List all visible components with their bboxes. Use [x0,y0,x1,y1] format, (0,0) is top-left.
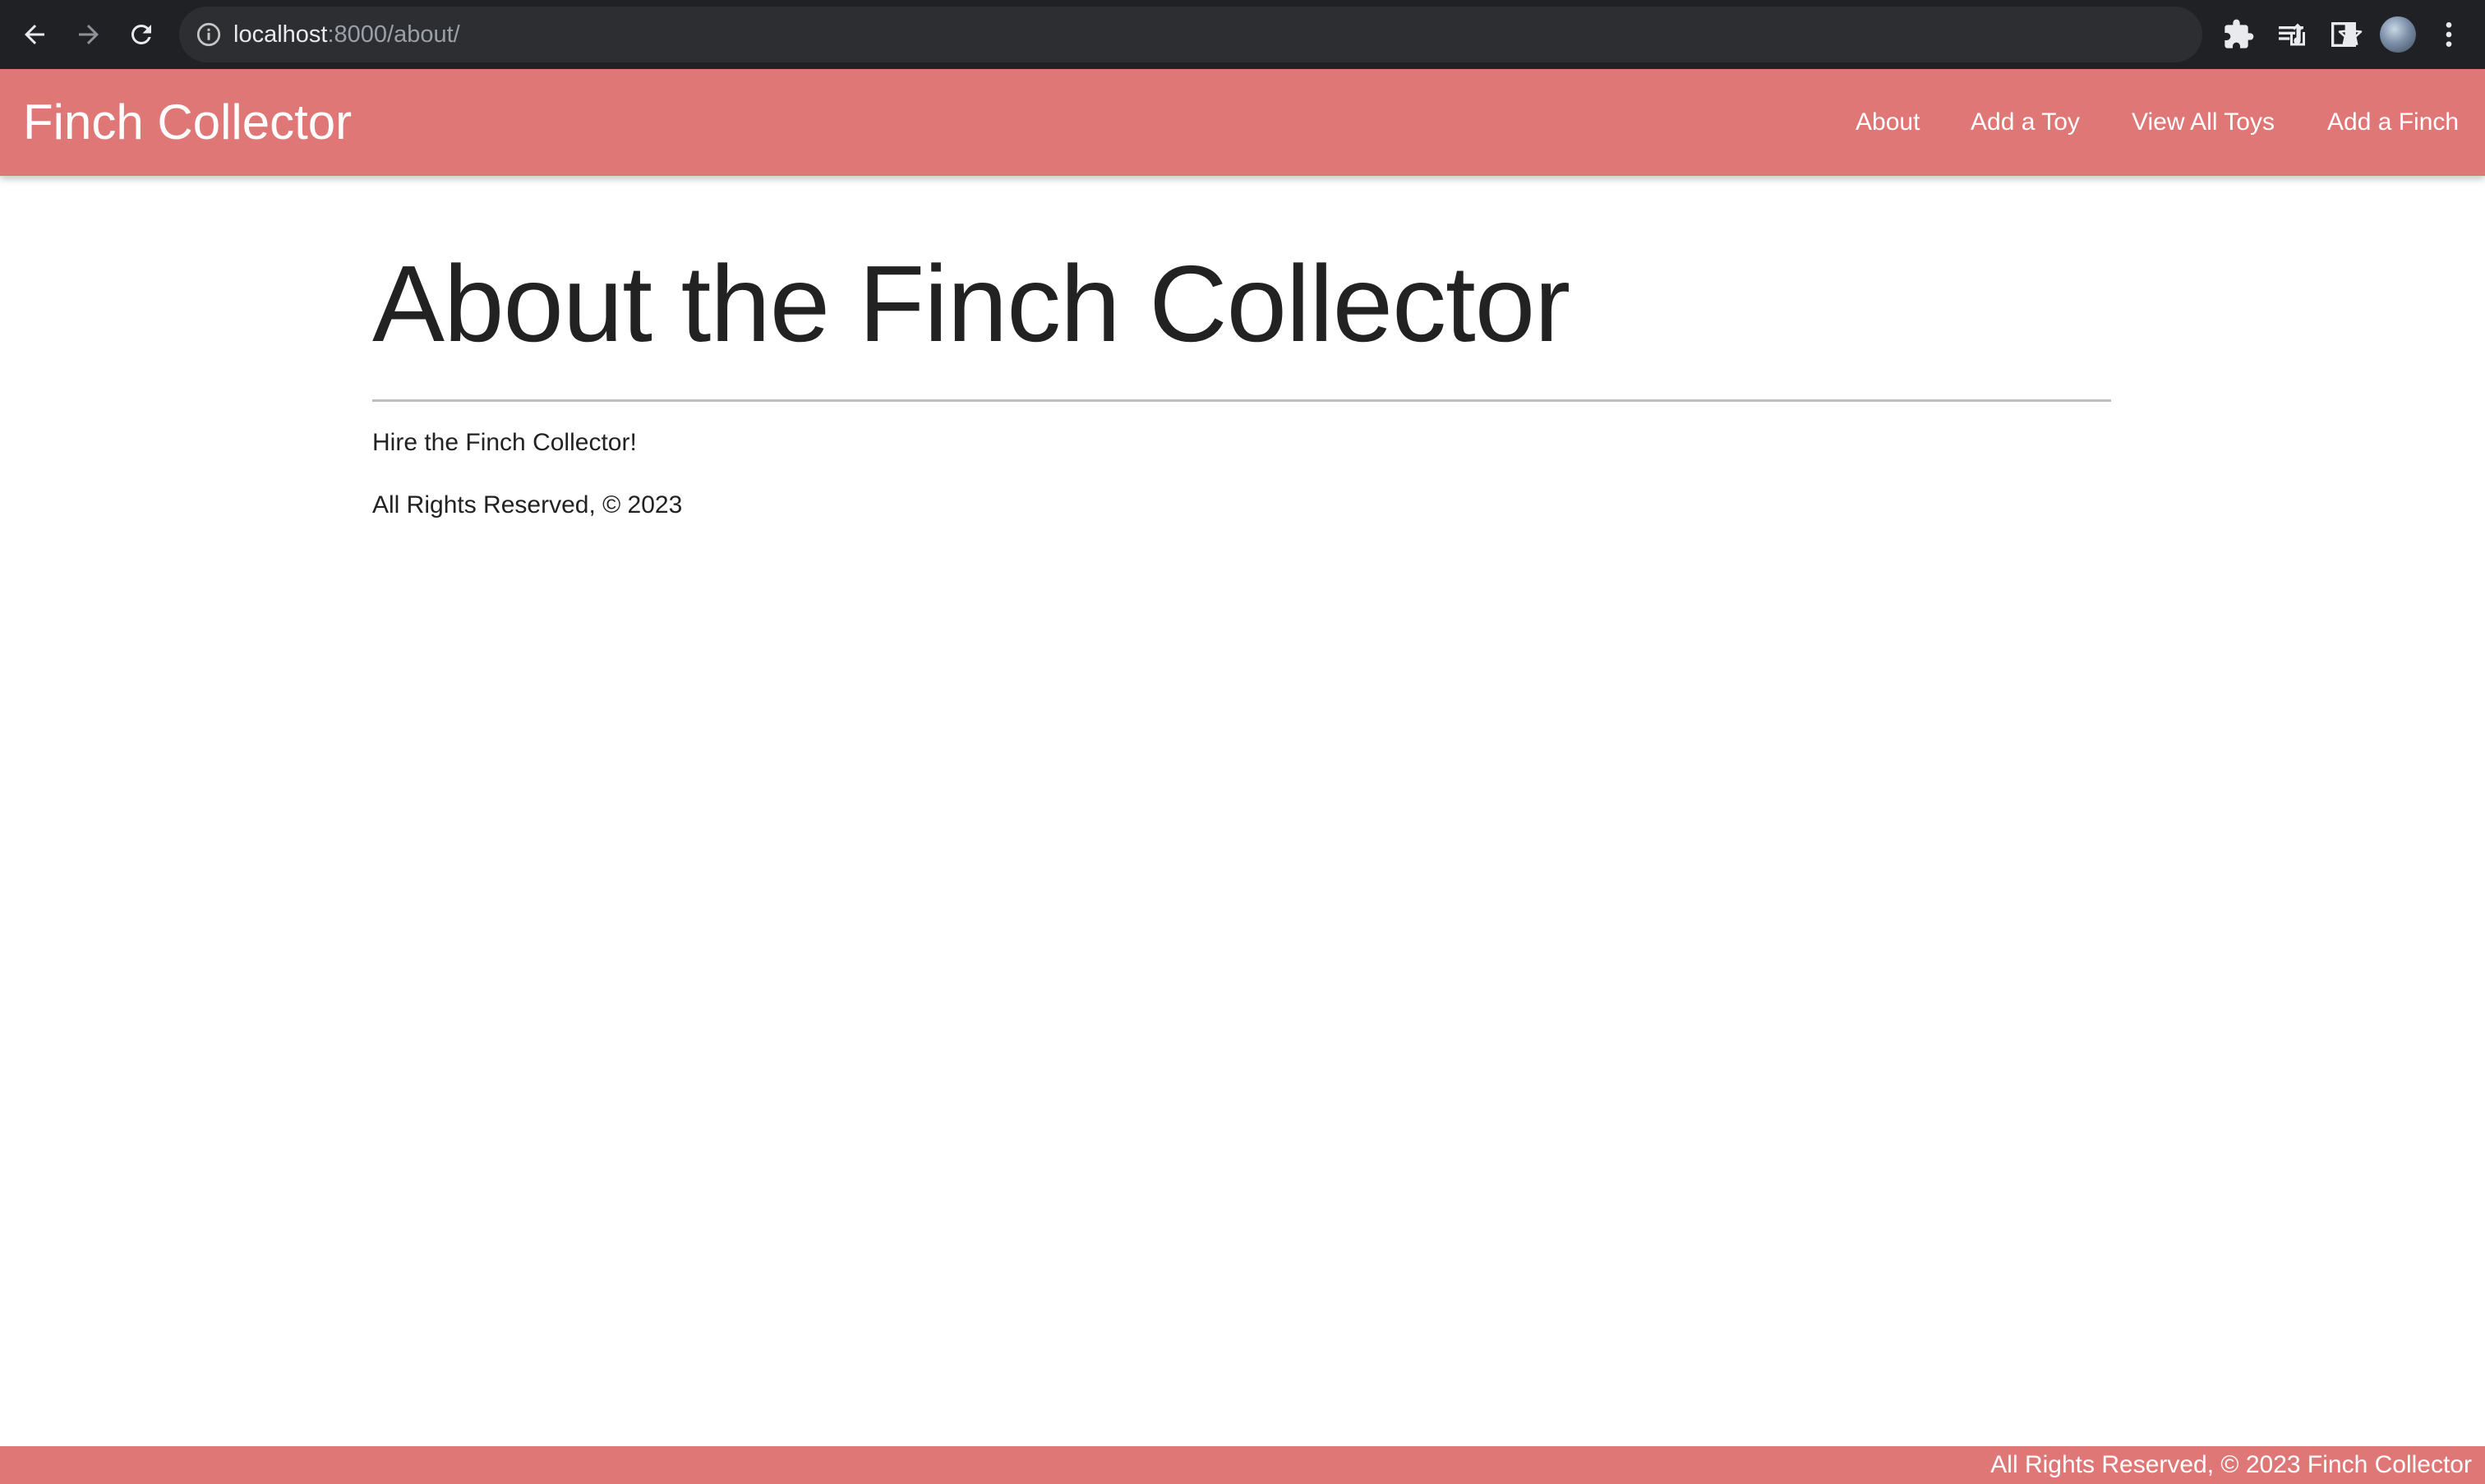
page-title: About the Finch Collector [372,243,1570,364]
reload-icon [131,24,151,44]
divider [372,399,2111,402]
page: localhost:8000/about/ Finch Collector Ab… [0,0,2485,1484]
side-panel-icon[interactable] [2327,18,2360,51]
about-paragraph: Hire the Finch Collector! [372,429,637,456]
navbar: Finch Collector About Add a Toy View All… [0,69,2485,176]
nav-link-about[interactable]: About [1856,69,1920,176]
arrow-left-icon [25,25,44,44]
url-text[interactable]: localhost:8000/about/ [233,7,460,62]
profile-avatar[interactable] [2380,16,2416,53]
main-content: About the Finch Collector Hire the Finch… [372,230,2111,518]
brand-logo-link[interactable]: Finch Collector [23,69,352,176]
nav-link-view-all-toys[interactable]: View All Toys [2132,69,2275,176]
info-icon[interactable] [194,20,224,49]
reload-button[interactable] [122,15,161,54]
url-path: :8000/about/ [327,21,460,48]
more-vertical-icon[interactable] [2432,18,2465,51]
nav-link-add-finch[interactable]: Add a Finch [2327,69,2459,176]
arrow-right-icon [79,25,99,44]
media-queue-icon[interactable] [2275,18,2308,51]
footer-text: All Rights Reserved, © 2023 Finch Collec… [1990,1451,2472,1478]
nav-link-add-toy[interactable]: Add a Toy [1971,69,2080,176]
back-button[interactable] [15,15,54,54]
extensions-icon[interactable] [2222,18,2255,51]
url-host: localhost [233,21,328,48]
footer: All Rights Reserved, © 2023 Finch Collec… [0,1446,2485,1484]
forward-button[interactable] [69,15,108,54]
browser-toolbar: localhost:8000/about/ [0,0,2485,69]
copyright-paragraph: All Rights Reserved, © 2023 [372,491,683,518]
address-bar[interactable]: localhost:8000/about/ [179,7,2363,62]
